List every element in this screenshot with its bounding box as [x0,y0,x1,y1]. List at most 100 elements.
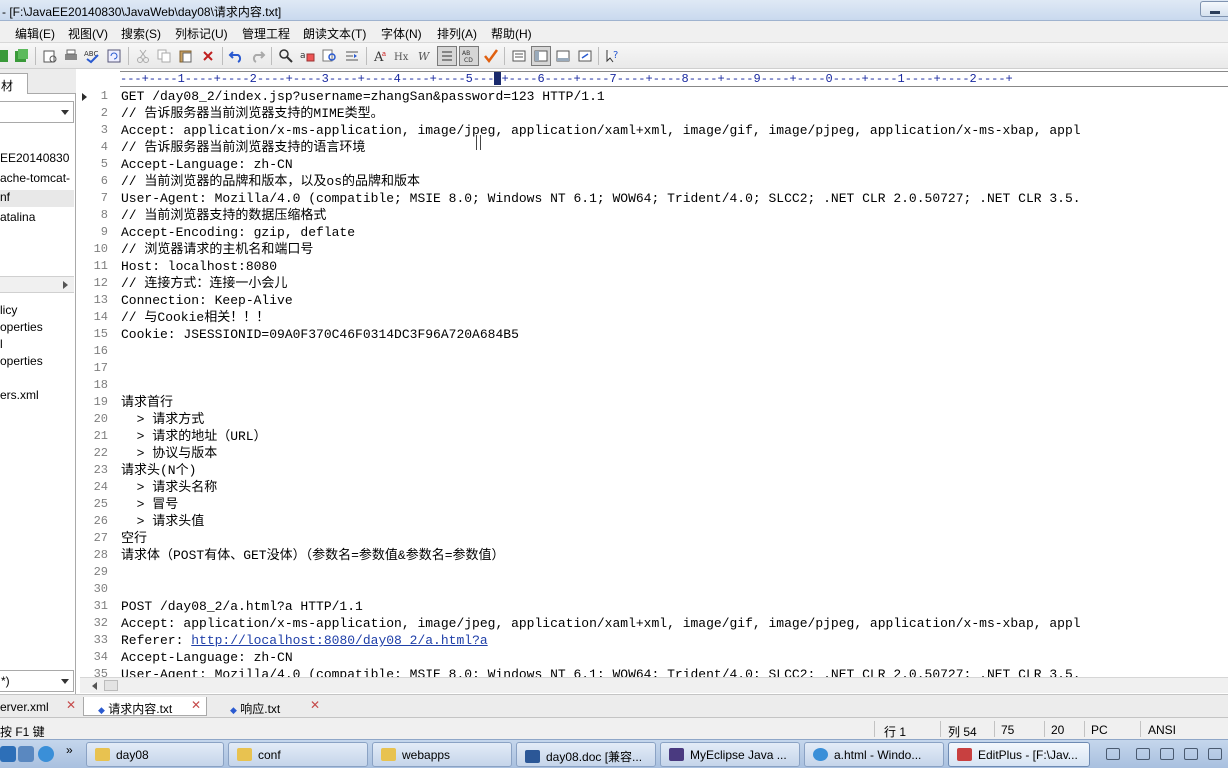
device-icon[interactable] [1160,748,1174,760]
panel-tab[interactable]: 材 [0,73,28,94]
close-icon[interactable]: ✕ [191,698,201,712]
editor-line[interactable]: 2 // 告诉服务器当前浏览器支持的MIME类型。 [80,105,1228,122]
menu-project[interactable]: 管理工程 [242,25,290,42]
menu-arrange[interactable]: 排列(A) [437,25,477,42]
close-icon[interactable]: ✕ [310,698,320,712]
folder-item-selected[interactable]: nf [0,190,74,207]
fullscreen-icon[interactable] [575,46,595,66]
find-icon[interactable] [276,46,296,66]
save-all-icon[interactable] [12,46,32,66]
keyboard-icon[interactable] [1106,748,1120,760]
menu-view[interactable]: 视图(V) [68,25,108,42]
editor-line[interactable]: 32 Accept: application/x-ms-application, … [80,615,1228,632]
editor-line[interactable]: 22 > 协议与版本 [80,445,1228,462]
file-item[interactable]: operties [0,354,43,368]
text-editor[interactable]: ---+----1----+----2----+----3----+----4-… [80,69,1228,677]
chevron-right-icon[interactable] [63,281,68,289]
editor-line[interactable]: 21 > 请求的地址（URL） [80,428,1228,445]
file-item[interactable]: licy [0,303,17,317]
spell-check-icon[interactable]: ABC [82,46,102,66]
file-item[interactable]: operties [0,320,43,334]
save-icon[interactable] [0,46,12,66]
hyperlink[interactable]: http://localhost:8080/day08_2/a.html?a [191,633,487,648]
editor-line[interactable]: 9 Accept-Encoding: gzip, deflate [80,224,1228,241]
tab-server-xml[interactable]: erver.xml ✕ [0,697,80,716]
line-number-icon[interactable] [437,46,457,66]
editor-line[interactable]: 31 POST /day08_2/a.html?a HTTP/1.1 [80,598,1228,615]
menu-edit[interactable]: 编辑(E) [15,25,55,42]
cut-icon[interactable] [133,46,153,66]
folder-item[interactable]: EE20140830 [0,151,69,165]
editor-line[interactable]: 35 User-Agent: Mozilla/4.0 (compatible; M… [80,666,1228,677]
ie-icon[interactable] [38,746,54,762]
replace-icon[interactable]: a [298,46,318,66]
tab-request-content[interactable]: ◆ 请求内容.txt ✕ [83,697,207,716]
task-folder-day08[interactable]: day08 [86,742,224,767]
tab-response[interactable]: ◆ 响应.txt ✕ [214,697,324,716]
folder-item[interactable]: atalina [0,210,35,224]
editor-line[interactable]: 18 [80,377,1228,394]
desktop-icon[interactable] [18,746,34,762]
task-myeclipse[interactable]: MyEclipse Java ... [660,742,800,767]
menu-read-aloud[interactable]: 朗读文本(T) [303,25,366,42]
hex-icon[interactable]: Hx [393,46,413,66]
directory-window-icon[interactable] [531,46,551,66]
chevron-left-icon[interactable] [92,682,97,690]
editor-line[interactable]: 34 Accept-Language: zh-CN [80,649,1228,666]
editor-line[interactable]: 26 > 请求头值 [80,513,1228,530]
file-item[interactable]: ers.xml [0,388,39,402]
editor-line[interactable]: 25 > 冒号 [80,496,1228,513]
editor-line[interactable]: 8 // 当前浏览器支持的数据压缩格式 [80,207,1228,224]
editor-line[interactable]: 10 // 浏览器请求的主机名和端口号 [80,241,1228,258]
refresh-icon[interactable] [104,46,124,66]
show-desktop-icon[interactable] [0,746,16,762]
editor-line[interactable]: 27 空行 [80,530,1228,547]
close-icon[interactable]: ✕ [66,698,76,712]
task-browser[interactable]: a.html - Windo... [804,742,944,767]
editor-line[interactable]: 3 Accept: application/x-ms-application, i… [80,122,1228,139]
editor-line[interactable]: 6 // 当前浏览器的品牌和版本，以及os的品牌和版本 [80,173,1228,190]
menu-search[interactable]: 搜索(S) [121,25,161,42]
undo-icon[interactable] [226,46,246,66]
word-wrap-icon[interactable]: W [415,46,435,66]
editor-line[interactable]: 7 User-Agent: Mozilla/4.0 (compatible; MS… [80,190,1228,207]
editor-line[interactable]: 15 Cookie: JSESSIONID=09A0F370C46F0314DC3… [80,326,1228,343]
minimize-button[interactable] [1200,1,1228,17]
file-item[interactable]: l [0,337,3,351]
print-icon[interactable] [61,46,81,66]
editor-line[interactable]: 20 > 请求方式 [80,411,1228,428]
network-icon[interactable] [1184,748,1198,760]
editor-line[interactable]: 1 GET /day08_2/index.jsp?username=zhangSa… [80,88,1228,105]
task-folder-webapps[interactable]: webapps [372,742,512,767]
input-method-icon[interactable] [1136,748,1150,760]
task-folder-conf[interactable]: conf [228,742,368,767]
drive-selector[interactable] [0,101,74,123]
editor-line[interactable]: 17 [80,360,1228,377]
print-preview-icon[interactable] [40,46,60,66]
editor-line[interactable]: 30 [80,581,1228,598]
file-filter-select[interactable]: *) [0,670,74,692]
editor-line[interactable]: 12 // 连接方式：连接一小会儿 [80,275,1228,292]
context-help-icon[interactable]: ? [603,46,623,66]
find-in-files-icon[interactable] [320,46,340,66]
copy-icon[interactable] [154,46,174,66]
editor-line[interactable]: 29 [80,564,1228,581]
delete-icon[interactable] [198,46,218,66]
menu-help[interactable]: 帮助(H) [491,25,532,42]
task-word-doc[interactable]: day08.doc [兼容... [516,742,656,767]
editor-line[interactable]: 4 // 告诉服务器当前浏览器支持的语言环境 [80,139,1228,156]
font-icon[interactable]: Aa [371,46,391,66]
editor-line[interactable]: 28 请求体（POST有体、GET没体）（参数名=参数值&参数名=参数值） [80,547,1228,564]
goto-line-icon[interactable] [342,46,362,66]
task-editplus[interactable]: EditPlus - [F:\Jav... [948,742,1090,767]
editor-line[interactable]: 24 > 请求头名称 [80,479,1228,496]
folder-item[interactable]: ache-tomcat- [0,171,70,185]
redo-icon[interactable] [248,46,268,66]
editor-line[interactable]: 23 请求头(N个) [80,462,1228,479]
editor-line[interactable]: 14 // 与Cookie相关！！！ [80,309,1228,326]
quicklaunch-chevron[interactable]: » [66,743,73,757]
editor-line[interactable]: 19 请求首行 [80,394,1228,411]
menu-column-marker[interactable]: 列标记(U) [175,25,228,42]
editor-line[interactable]: 33 Referer: http://localhost:8080/day08_2… [80,632,1228,649]
tree-scrollbar[interactable] [0,276,74,293]
